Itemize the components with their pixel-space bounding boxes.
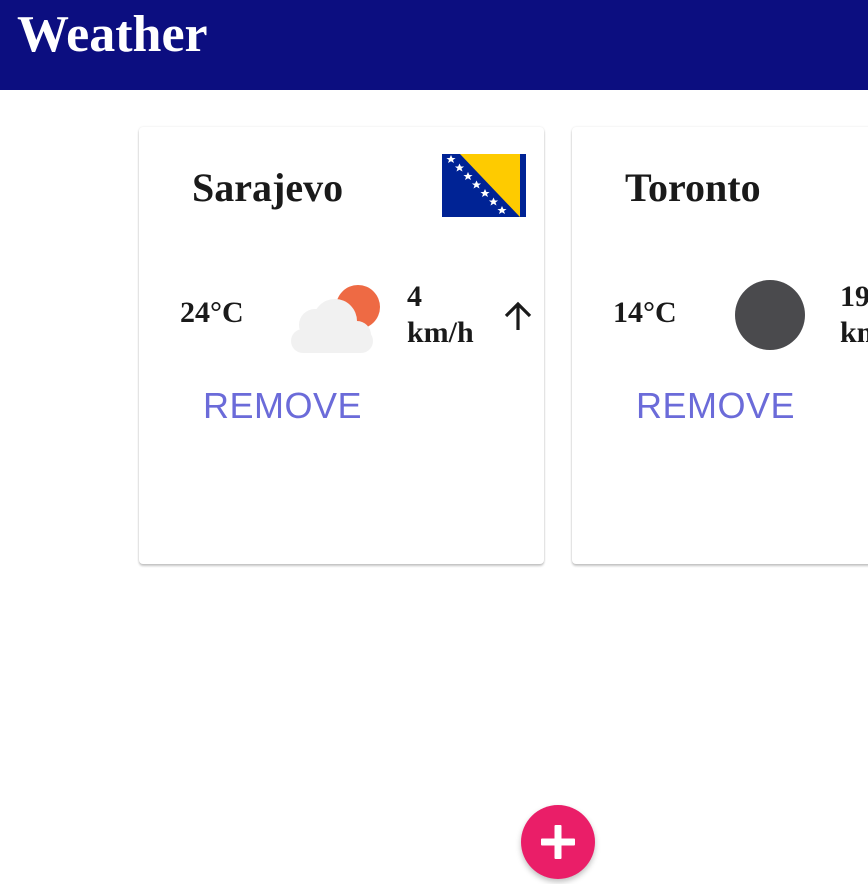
plus-icon: [541, 825, 575, 859]
app-bar: Weather: [0, 0, 868, 90]
cards-container: Sarajevo 24°C 4 km/h REMOVE Toronto 14°C…: [0, 90, 868, 590]
temperature: 24°C: [180, 296, 244, 329]
app-title: Weather: [17, 6, 208, 63]
city-card-toronto: Toronto 14°C 19 km/h REMOVE: [572, 127, 868, 564]
bosnia-and-herzegovina-flag-icon: [442, 154, 526, 217]
wind-speed: 4 km/h: [407, 279, 487, 351]
city-card-sarajevo: Sarajevo 24°C 4 km/h REMOVE: [139, 127, 544, 564]
arrow-up-icon: [504, 301, 532, 330]
remove-button[interactable]: REMOVE: [624, 385, 807, 427]
city-name: Sarajevo: [192, 165, 344, 210]
wind-speed: 19 km/h: [840, 279, 868, 351]
loading-placeholder-icon: [735, 280, 805, 350]
add-city-button[interactable]: [521, 805, 595, 879]
wind-speed-value: 19: [840, 280, 868, 313]
partly-cloudy-icon: [291, 285, 380, 353]
city-name: Toronto: [625, 165, 761, 210]
wind-speed-value: 4: [407, 280, 422, 313]
temperature: 14°C: [613, 296, 677, 329]
wind-speed-unit: km/h: [840, 316, 868, 349]
remove-button[interactable]: REMOVE: [191, 385, 374, 427]
wind-speed-unit: km/h: [407, 316, 474, 349]
